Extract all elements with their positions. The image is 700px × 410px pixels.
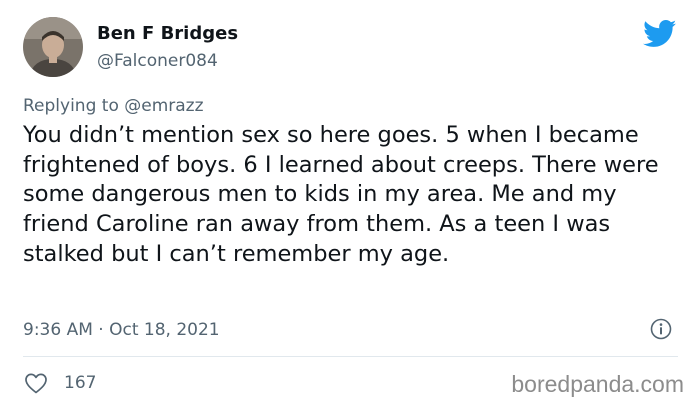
twitter-bird-icon[interactable] <box>643 20 677 48</box>
divider <box>23 356 678 357</box>
like-count[interactable]: 167 <box>64 371 96 395</box>
tweet-text: You didn’t mention sex so here goes. 5 w… <box>23 122 659 267</box>
avatar-image <box>23 17 83 77</box>
heart-icon[interactable] <box>24 372 48 394</box>
replying-to: Replying to @emrazz <box>23 94 204 118</box>
avatar[interactable] <box>23 17 83 77</box>
replying-to-label: Replying to <box>23 96 125 116</box>
info-icon[interactable] <box>650 318 672 340</box>
author-display-name[interactable]: Ben F Bridges <box>97 22 238 46</box>
watermark: boredpanda.com <box>511 371 684 397</box>
author-handle[interactable]: @Falconer084 <box>97 49 218 73</box>
replying-to-handle-link[interactable]: @emrazz <box>124 96 203 116</box>
tweet-timestamp[interactable]: 9:36 AM · Oct 18, 2021 <box>23 318 220 342</box>
